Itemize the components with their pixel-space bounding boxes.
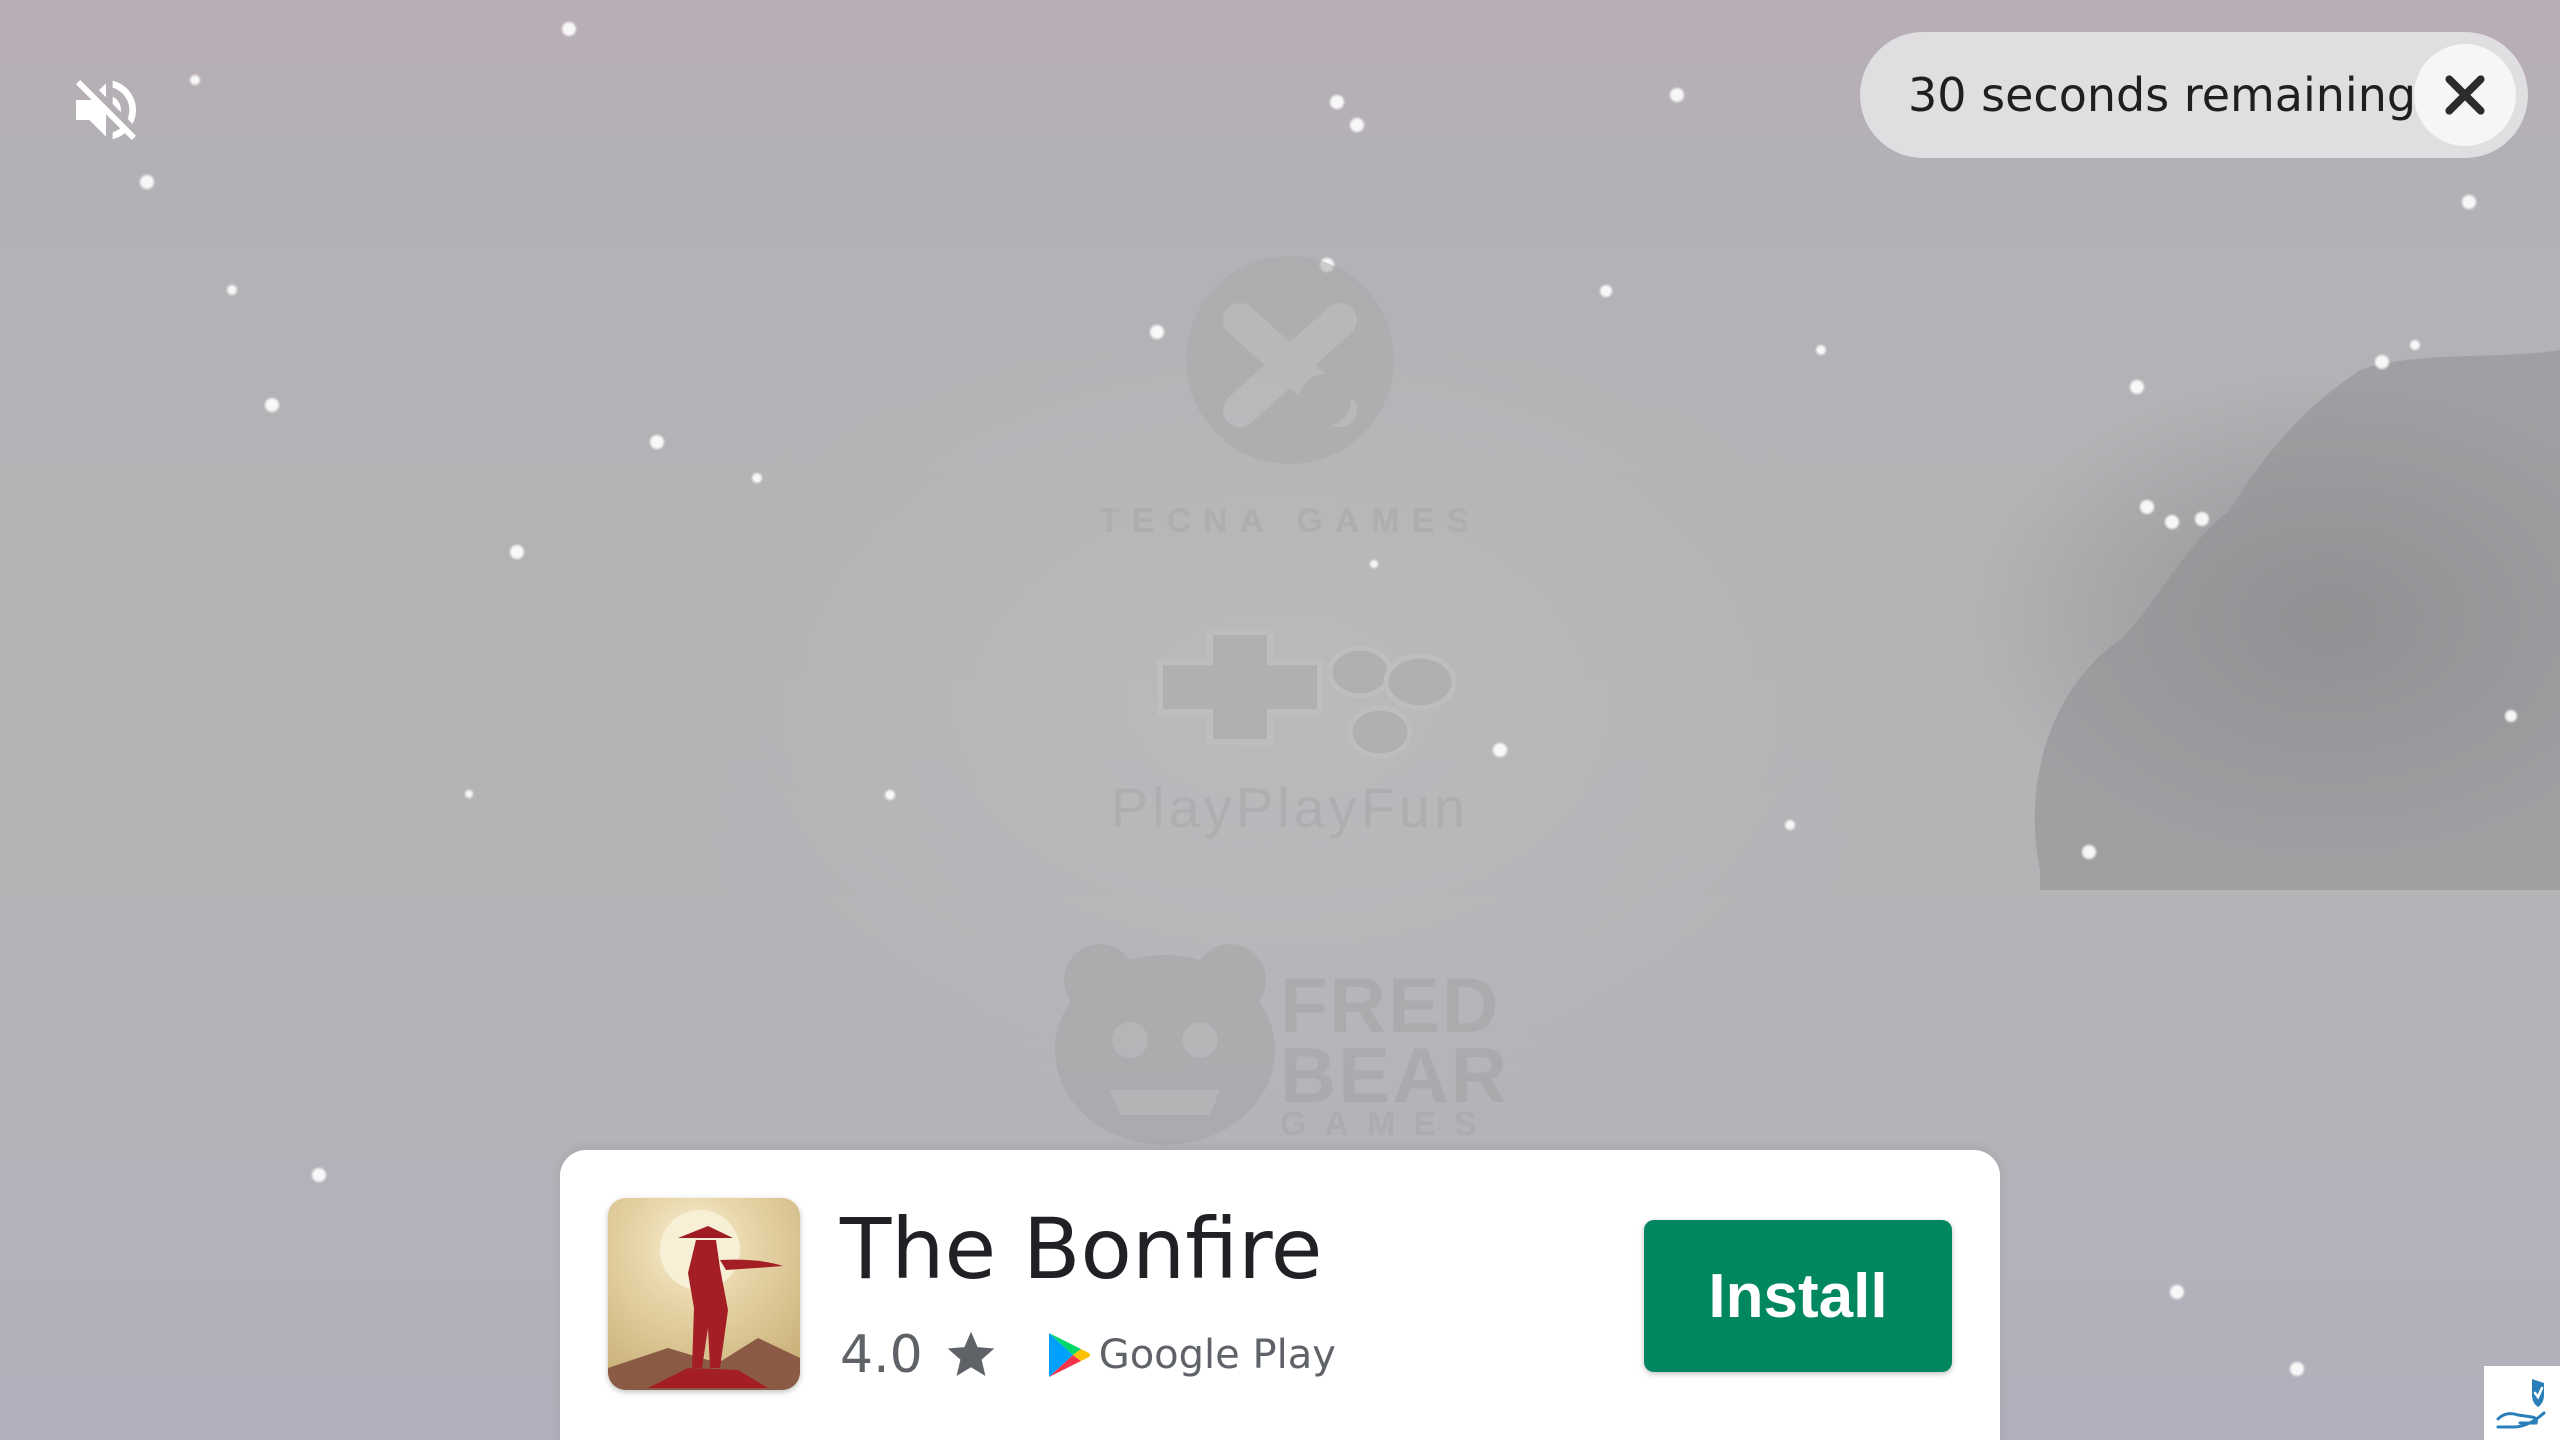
studio-3-subtitle: GAMES — [1280, 1105, 1495, 1143]
background-mountain — [2034, 350, 2560, 890]
countdown-pill: 30 seconds remaining — [1860, 32, 2528, 158]
mute-toggle-button[interactable] — [56, 60, 156, 160]
app-icon-art — [608, 1198, 800, 1390]
close-icon — [2445, 75, 2485, 115]
store-label: Google Play — [1098, 1332, 1336, 1378]
volume-muted-icon — [76, 80, 136, 140]
studio-1-logo — [1186, 256, 1394, 464]
install-button[interactable]: Install — [1644, 1220, 1952, 1372]
countdown-text: 30 seconds remaining — [1908, 68, 2417, 122]
studio-3-logo — [1055, 944, 1275, 1145]
ad-screen: TECNA GAMES PlayPlayFun FRED BEAR GAMES … — [0, 0, 2560, 1440]
studio-3-name: FRED BEAR — [1280, 961, 1510, 1119]
app-meta-row: 4.0 Google Play — [840, 1320, 1336, 1390]
adchoices-icon — [2496, 1379, 2546, 1429]
adchoices-button[interactable] — [2484, 1366, 2560, 1440]
studio-1-name: TECNA GAMES — [1099, 502, 1481, 540]
studio-logos: TECNA GAMES PlayPlayFun FRED BEAR GAMES — [1040, 250, 1540, 1150]
app-title[interactable]: The Bonfire — [840, 1200, 1322, 1298]
app-install-card[interactable]: The Bonfire 4.0 Google Play Install — [560, 1150, 2000, 1440]
studio-2-name: PlayPlayFun — [1110, 776, 1470, 839]
google-play-icon — [1048, 1333, 1090, 1377]
star-icon — [947, 1331, 995, 1376]
app-icon[interactable] — [608, 1198, 800, 1390]
close-ad-button[interactable] — [2414, 44, 2516, 146]
studio-2-logo — [1157, 629, 1457, 759]
store-badge: Google Play — [1047, 1331, 1336, 1379]
rating-value: 4.0 — [840, 1325, 923, 1385]
